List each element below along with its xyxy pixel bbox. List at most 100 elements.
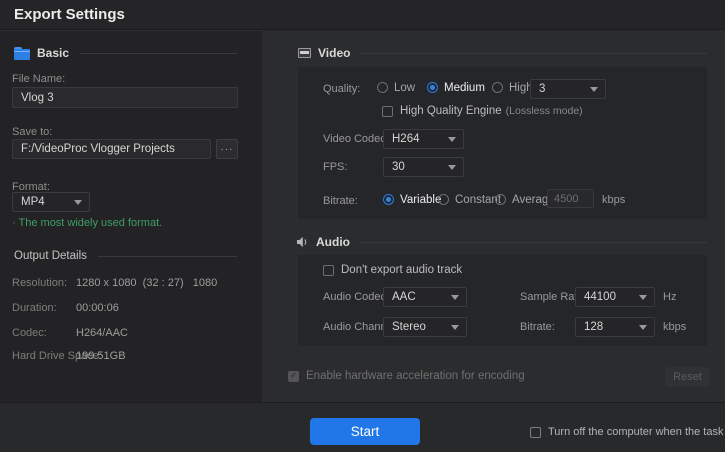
sample-rate-select[interactable]: 44100 bbox=[575, 287, 655, 307]
chevron-down-icon bbox=[74, 200, 82, 205]
radio-circle-icon bbox=[438, 194, 449, 205]
hardware-acceleration-label: Enable hardware acceleration for encodin… bbox=[306, 370, 525, 382]
lossless-mode-note: (Lossless mode) bbox=[506, 105, 583, 117]
save-to-label: Save to: bbox=[12, 126, 52, 138]
dont-export-audio-label: Don't export audio track bbox=[341, 264, 462, 276]
duration-label: Duration: bbox=[12, 302, 57, 314]
settings-panel: Video Quality: Low Medium High 3 bbox=[262, 31, 725, 402]
fps-value: 30 bbox=[392, 161, 405, 173]
audio-section-title: Audio bbox=[316, 235, 350, 249]
audio-codec-value: AAC bbox=[392, 291, 416, 303]
divider bbox=[361, 242, 707, 243]
checkbox-icon bbox=[530, 427, 541, 438]
bitrate-value-input[interactable]: 4500 bbox=[547, 189, 594, 208]
audio-bitrate-unit-label: kbps bbox=[663, 321, 686, 333]
sample-rate-value: 44100 bbox=[584, 291, 616, 303]
chevron-down-icon bbox=[639, 295, 647, 300]
quality-medium-label: Medium bbox=[444, 82, 485, 94]
video-section-header: Video bbox=[298, 46, 707, 60]
radio-circle-icon bbox=[383, 194, 394, 205]
quality-radio-low[interactable]: Low bbox=[377, 81, 415, 94]
radio-circle-icon bbox=[495, 194, 506, 205]
speaker-icon bbox=[296, 236, 309, 248]
codec-label: Codec: bbox=[12, 327, 47, 339]
start-button[interactable]: Start bbox=[310, 418, 420, 445]
audio-channel-value: Stereo bbox=[392, 321, 426, 333]
folder-icon bbox=[14, 47, 30, 60]
chevron-down-icon bbox=[451, 295, 459, 300]
audio-channel-select[interactable]: Stereo bbox=[383, 317, 467, 337]
high-quality-engine-label: High Quality Engine bbox=[400, 105, 502, 117]
browse-button[interactable]: ··· bbox=[216, 139, 238, 159]
bitrate-radio-constant[interactable]: Constant bbox=[438, 193, 501, 206]
divider bbox=[98, 256, 237, 257]
video-codec-select[interactable]: H264 bbox=[383, 129, 464, 149]
quality-level-value: 3 bbox=[539, 83, 545, 95]
bitrate-radio-variable[interactable]: Variable bbox=[383, 193, 441, 206]
duration-value: 00:00:06 bbox=[76, 302, 119, 314]
resolution-label: Resolution: bbox=[12, 277, 67, 289]
format-select[interactable]: MP4 bbox=[12, 192, 90, 212]
checkbox-icon bbox=[323, 265, 334, 276]
basic-section-header: Basic bbox=[14, 46, 237, 60]
fps-select[interactable]: 30 bbox=[383, 157, 464, 177]
export-settings-window: Export Settings Basic File Name: Vlog 3 … bbox=[0, 0, 725, 452]
page-title: Export Settings bbox=[14, 6, 125, 23]
action-bar: Start Turn off the computer when the tas… bbox=[0, 402, 725, 452]
quality-radio-medium[interactable]: Medium bbox=[427, 81, 485, 94]
quality-level-select[interactable]: 3 bbox=[530, 79, 606, 99]
format-value: MP4 bbox=[21, 196, 45, 208]
checkbox-icon bbox=[382, 106, 393, 117]
quality-radio-high[interactable]: High bbox=[492, 81, 533, 94]
video-codec-value: H264 bbox=[392, 133, 420, 145]
audio-settings-group: Don't export audio track Audio Codec: AA… bbox=[298, 255, 707, 346]
hardware-acceleration-checkbox[interactable]: Enable hardware acceleration for encodin… bbox=[288, 369, 525, 383]
bitrate-radio-average[interactable]: Average bbox=[495, 193, 555, 206]
resolution-value: 1280 x 1080 (32 : 27) 1080 bbox=[76, 277, 217, 289]
audio-codec-label: Audio Codec: bbox=[323, 291, 389, 303]
video-bitrate-label: Bitrate: bbox=[323, 195, 358, 207]
audio-section-header: Audio bbox=[296, 235, 707, 249]
turn-off-computer-label: Turn off the computer when the task is f… bbox=[548, 426, 725, 438]
format-note: · The most widely used format. bbox=[12, 217, 162, 229]
file-name-label: File Name: bbox=[12, 73, 65, 85]
divider bbox=[361, 53, 707, 54]
radio-circle-icon bbox=[377, 82, 388, 93]
output-details-title: Output Details bbox=[14, 250, 87, 262]
codec-value: H264/AAC bbox=[76, 327, 128, 339]
bitrate-unit-label: kbps bbox=[602, 194, 625, 206]
sample-rate-unit-label: Hz bbox=[663, 291, 676, 303]
hard-drive-space-value: 199.51GB bbox=[76, 350, 126, 362]
save-to-input[interactable]: F:/VideoProc Vlogger Projects bbox=[12, 139, 211, 159]
quality-low-label: Low bbox=[394, 82, 415, 94]
radio-circle-icon bbox=[427, 82, 438, 93]
bitrate-variable-label: Variable bbox=[400, 194, 441, 206]
video-section-title: Video bbox=[318, 46, 350, 60]
radio-circle-icon bbox=[492, 82, 503, 93]
chevron-down-icon bbox=[448, 137, 456, 142]
video-icon bbox=[298, 48, 311, 58]
checkbox-checked-icon bbox=[288, 371, 299, 382]
divider bbox=[80, 53, 237, 54]
video-settings-group: Quality: Low Medium High 3 High Quality … bbox=[298, 67, 707, 219]
audio-bitrate-value: 128 bbox=[584, 321, 603, 333]
chevron-down-icon bbox=[639, 325, 647, 330]
reset-button[interactable]: Reset bbox=[665, 367, 710, 387]
video-codec-label: Video Codec: bbox=[323, 133, 389, 145]
basic-section-title: Basic bbox=[37, 46, 69, 60]
audio-codec-select[interactable]: AAC bbox=[383, 287, 467, 307]
title-bar: Export Settings bbox=[0, 0, 725, 30]
high-quality-engine-checkbox[interactable]: High Quality Engine (Lossless mode) bbox=[382, 104, 583, 118]
quality-label: Quality: bbox=[323, 83, 360, 95]
chevron-down-icon bbox=[451, 325, 459, 330]
basic-panel: Basic File Name: Vlog 3 Save to: F:/Vide… bbox=[0, 31, 262, 402]
audio-bitrate-label: Bitrate: bbox=[520, 321, 555, 333]
fps-label: FPS: bbox=[323, 161, 347, 173]
chevron-down-icon bbox=[448, 165, 456, 170]
chevron-down-icon bbox=[590, 87, 598, 92]
turn-off-computer-checkbox[interactable]: Turn off the computer when the task is f… bbox=[530, 425, 725, 439]
audio-bitrate-select[interactable]: 128 bbox=[575, 317, 655, 337]
dont-export-audio-checkbox[interactable]: Don't export audio track bbox=[323, 263, 462, 277]
output-details-header: Output Details bbox=[14, 249, 237, 263]
file-name-input[interactable]: Vlog 3 bbox=[12, 87, 238, 108]
